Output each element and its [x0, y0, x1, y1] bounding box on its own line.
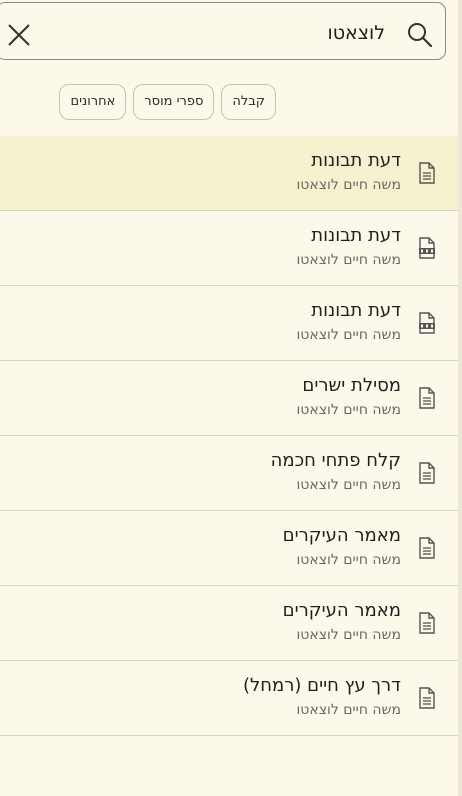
result-row[interactable]: מאמר העיקרים משה חיים לוצאטו [0, 586, 458, 661]
search-icon[interactable] [407, 22, 433, 48]
result-author: משה חיים לוצאטו [296, 252, 401, 268]
document-icon [418, 687, 436, 709]
filter-chip-acharonim[interactable]: אחרונים [59, 84, 127, 120]
result-row[interactable]: מאמר העיקרים משה חיים לוצאטו [0, 511, 458, 586]
result-author: משה חיים לוצאטו [296, 402, 401, 418]
document-icon [418, 537, 436, 559]
result-title: מאמר העיקרים [282, 600, 401, 621]
filter-chip-kabbalah[interactable]: קבלה [221, 84, 276, 120]
result-author: משה חיים לוצאטו [296, 477, 401, 493]
pdf-icon [418, 312, 436, 334]
result-author: משה חיים לוצאטו [296, 702, 401, 718]
result-author: משה חיים לוצאטו [296, 327, 401, 343]
results-list: דעת תבונות משה חיים לוצאטו דעת תבונות מש… [0, 136, 458, 736]
result-title: מסילת ישרים [302, 375, 401, 396]
result-title: מאמר העיקרים [282, 525, 401, 546]
result-title: דעת תבונות [311, 225, 401, 246]
panel-edge [458, 0, 462, 796]
result-title: דרך עץ חיים (רמחל) [243, 675, 401, 696]
search-panel: לוצאטו קבלה ספרי מוסר אחרונים דעת תבונות… [0, 0, 458, 796]
result-row[interactable]: דעת תבונות משה חיים לוצאטו [0, 211, 458, 286]
result-title: קלח פתחי חכמה [270, 450, 401, 471]
document-icon [418, 462, 436, 484]
filter-chips: קבלה ספרי מוסר אחרונים [59, 84, 276, 120]
result-row[interactable]: דעת תבונות משה חיים לוצאטו [0, 136, 458, 211]
document-icon [418, 387, 436, 409]
search-input[interactable]: לוצאטו [328, 18, 385, 48]
result-title: דעת תבונות [311, 300, 401, 321]
pdf-icon [418, 237, 436, 259]
result-row[interactable]: קלח פתחי חכמה משה חיים לוצאטו [0, 436, 458, 511]
document-icon [418, 612, 436, 634]
result-author: משה חיים לוצאטו [296, 627, 401, 643]
result-author: משה חיים לוצאטו [296, 552, 401, 568]
search-bar[interactable]: לוצאטו [0, 2, 446, 60]
result-row[interactable]: דעת תבונות משה חיים לוצאטו [0, 286, 458, 361]
filter-chip-musar[interactable]: ספרי מוסר [133, 84, 215, 120]
result-author: משה חיים לוצאטו [296, 177, 401, 193]
result-row[interactable]: מסילת ישרים משה חיים לוצאטו [0, 361, 458, 436]
close-icon[interactable] [5, 21, 33, 49]
result-row[interactable]: דרך עץ חיים (רמחל) משה חיים לוצאטו [0, 661, 458, 736]
result-title: דעת תבונות [311, 150, 401, 171]
document-icon [418, 162, 436, 184]
